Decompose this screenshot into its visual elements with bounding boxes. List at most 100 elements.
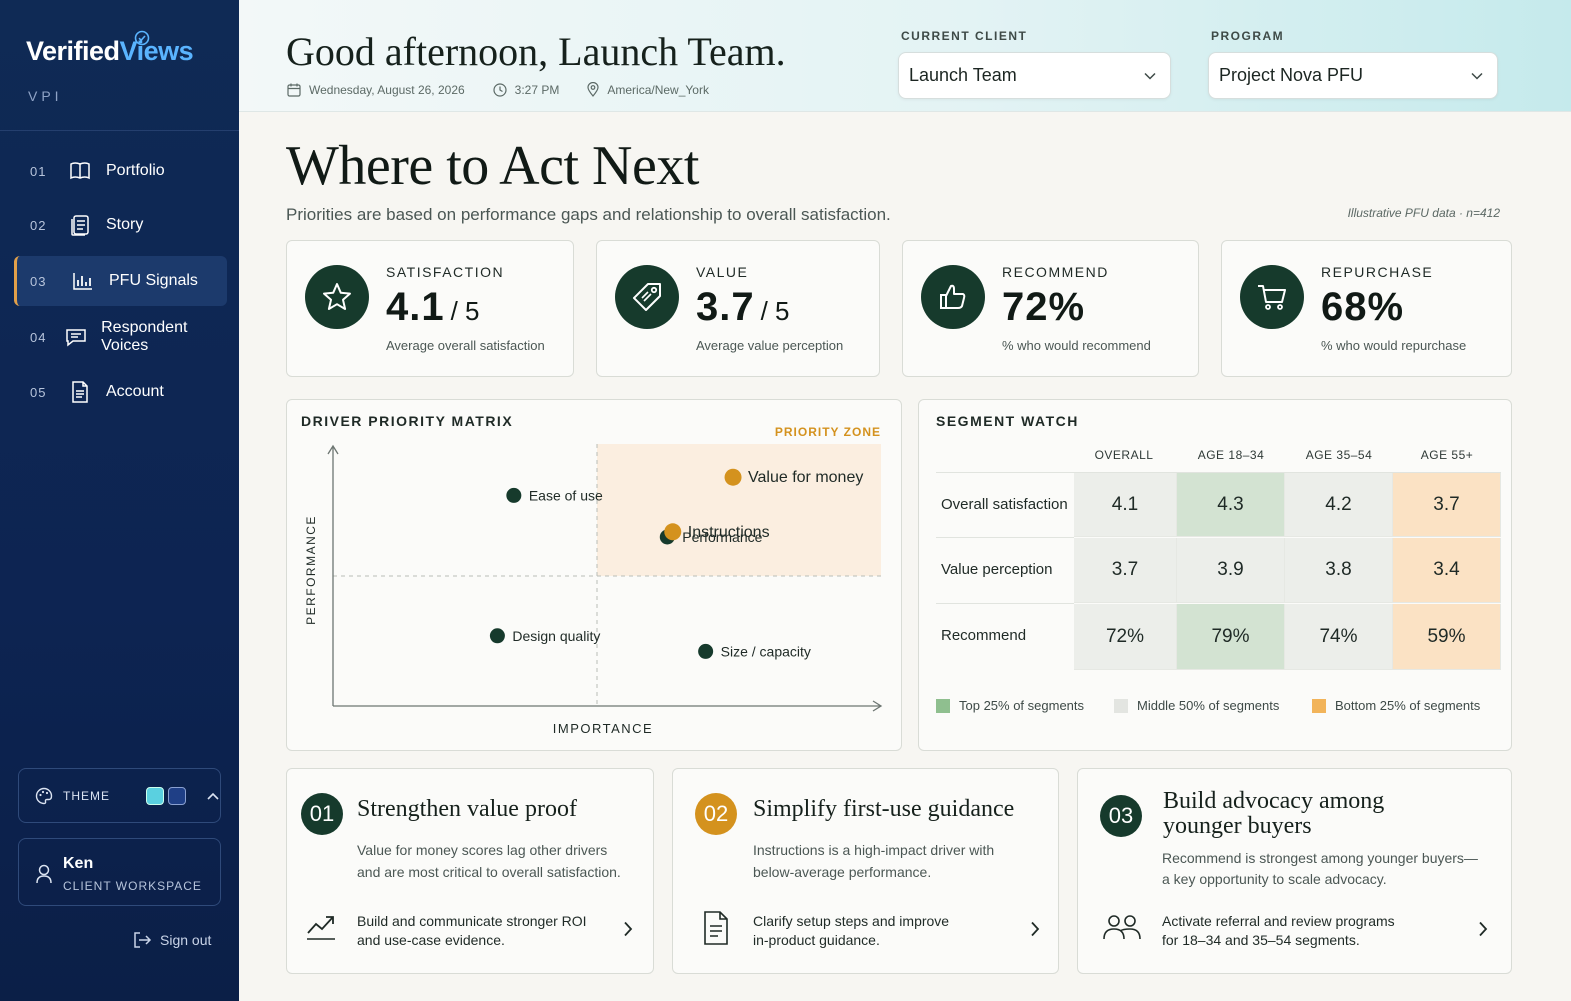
chevron-right-icon[interactable]: [1478, 921, 1488, 937]
segment-cell: 4.2: [1285, 473, 1393, 537]
shopping-cart-icon: [1240, 265, 1304, 329]
x-axis: [333, 700, 883, 712]
nav-number: 01: [30, 163, 47, 179]
segment-cell: 79%: [1177, 604, 1285, 670]
row-label: Recommend: [941, 627, 1027, 644]
segment-cell: 4.1: [1074, 473, 1177, 537]
matrix-point-label: Design quality: [512, 628, 600, 644]
column-header: AGE 55+: [1420, 448, 1474, 462]
nav-item-story[interactable]: 02 Story: [14, 200, 227, 250]
row-label: Value perception: [941, 561, 1053, 578]
price-tag-icon: [615, 265, 679, 329]
header-meta: Wednesday, August 26, 2026 3:27 PM Ameri…: [287, 82, 737, 97]
document-list-icon: [66, 214, 94, 236]
action-card-2[interactable]: 02 Simplify first-use guidance Instructi…: [672, 768, 1059, 974]
people-icon: [1103, 915, 1141, 940]
legend-item-top: Top 25% of segments: [936, 698, 1084, 713]
kpi-card-value: VALUE 3.7/ 5 Average value perception: [596, 240, 880, 377]
action-title: Simplify first-use guidance: [753, 796, 1015, 822]
column-header: AGE 18–34: [1197, 448, 1265, 462]
kpi-description: % who would recommend: [1002, 338, 1151, 353]
kpi-label: VALUE: [696, 264, 749, 280]
kpi-card-satisfaction: SATISFACTION 4.1/ 5 Average overall sati…: [286, 240, 574, 377]
kpi-value: 3.7/ 5: [696, 285, 790, 329]
sign-out-label: Sign out: [160, 932, 212, 948]
priority-zone-label: PRIORITY ZONE: [775, 425, 881, 439]
data-note: Illustrative PFU data · n=412: [1347, 206, 1500, 220]
theme-label: THEME: [63, 788, 110, 803]
client-select[interactable]: Launch Team: [898, 52, 1171, 99]
clock-icon: [493, 82, 507, 97]
matrix-point[interactable]: [506, 487, 522, 503]
program-select[interactable]: Project Nova PFU: [1208, 52, 1498, 99]
nav-label: Portfolio: [106, 162, 165, 179]
legend-swatch: [936, 698, 950, 713]
user-icon: [36, 864, 52, 884]
brand-logo[interactable]: VerifiedViews: [26, 36, 194, 67]
action-body: Value for money scores lag other drivers…: [357, 842, 621, 880]
kpi-card-repurchase: REPURCHASE 68% % who would repurchase: [1221, 240, 1512, 377]
chevron-down-icon: [1144, 72, 1156, 80]
action-card-3[interactable]: 03 Build advocacy among younger buyers Re…: [1077, 768, 1512, 974]
nav-number: 04: [30, 329, 47, 345]
kpi-description: Average value perception: [696, 338, 844, 353]
action-title: Build advocacy among younger buyers: [1163, 788, 1385, 839]
segment-cell: 3.9: [1177, 538, 1285, 603]
sidebar: VerifiedViews VPI 01 Portfolio 02 Story …: [0, 0, 239, 1001]
y-axis-label: PERFORMANCE: [304, 515, 318, 625]
kpi-label: SATISFACTION: [386, 264, 505, 280]
nav-item-account[interactable]: 05 Account: [14, 367, 227, 417]
row-divider: [936, 603, 1074, 604]
client-select-label: CURRENT CLIENT: [901, 29, 1028, 43]
column-header: OVERALL: [1094, 448, 1154, 462]
user-name: Ken: [63, 855, 94, 872]
action-number-badge: 02: [695, 793, 737, 835]
legend-item-bottom: Bottom 25% of segments: [1312, 698, 1480, 713]
matrix-point[interactable]: [664, 523, 682, 541]
user-role: CLIENT WORKSPACE: [63, 879, 202, 893]
greeting-title: Good afternoon, Launch Team.: [286, 29, 786, 74]
user-card[interactable]: Ken CLIENT WORKSPACE: [18, 838, 221, 906]
action-step: Clarify setup steps and improve in-produc…: [753, 913, 950, 948]
brand-subtitle: VPI: [28, 88, 63, 104]
trend-up-icon: [307, 916, 335, 940]
chevron-right-icon[interactable]: [1030, 921, 1040, 937]
kpi-value: 72%: [1002, 285, 1086, 329]
driver-priority-matrix-panel: DRIVER PRIORITY MATRIX PRIORITY ZONE IMP…: [286, 399, 902, 751]
chevron-up-icon[interactable]: [206, 791, 220, 801]
nav-item-pfu-signals[interactable]: 03 PFU Signals: [14, 256, 227, 306]
x-axis-label: IMPORTANCE: [553, 721, 653, 736]
matrix-point[interactable]: [698, 643, 714, 659]
header-date: Wednesday, August 26, 2026: [309, 82, 465, 97]
sign-out-icon: [134, 932, 152, 948]
chevron-right-icon[interactable]: [623, 921, 633, 937]
action-number-badge: 03: [1100, 795, 1142, 837]
legend-swatch: [1114, 698, 1128, 713]
location-pin-icon: [587, 82, 599, 97]
theme-swatch-cyan[interactable]: [146, 786, 164, 805]
action-body: Instructions is a high-impact driver wit…: [753, 842, 995, 880]
matrix-point[interactable]: [724, 468, 742, 486]
nav-label: Story: [106, 216, 144, 233]
action-card-1[interactable]: 01 Strengthen value proof Value for mone…: [286, 768, 654, 974]
matrix-point[interactable]: [489, 628, 505, 644]
kpi-value: 68%: [1321, 285, 1405, 329]
sign-out-button[interactable]: Sign out: [132, 931, 211, 949]
nav-item-portfolio[interactable]: 01 Portfolio: [14, 146, 227, 196]
driver-priority-matrix: PRIORITY ZONE IMPORTANCE PERFORMANCE Eas…: [304, 425, 883, 736]
nav-number: 05: [30, 384, 47, 400]
segment-watch-panel: SEGMENT WATCH OVERALL AGE 18–34 AGE 35–5…: [918, 399, 1512, 751]
segment-cell: 3.7: [1393, 473, 1501, 537]
kpi-label: REPURCHASE: [1321, 264, 1434, 280]
nav-label: Respondent Voices: [101, 319, 188, 354]
client-select-value: Launch Team: [909, 65, 1017, 85]
nav-item-respondent-voices[interactable]: 04 Respondent Voices: [14, 312, 227, 362]
thumbs-up-icon: [921, 265, 985, 329]
theme-swatch-navy[interactable]: [168, 786, 186, 805]
theme-switcher[interactable]: THEME: [18, 768, 221, 823]
program-select-value: Project Nova PFU: [1219, 65, 1364, 85]
action-step: Activate referral and review programs for…: [1162, 913, 1395, 948]
nav-label: PFU Signals: [109, 272, 198, 289]
nav-number: 02: [30, 217, 47, 233]
segment-cell: 59%: [1393, 604, 1501, 670]
